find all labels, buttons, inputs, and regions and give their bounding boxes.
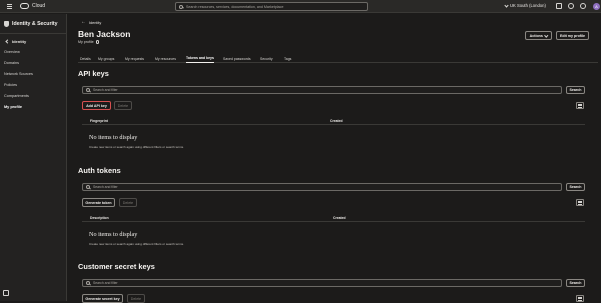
column-header-created[interactable]: Created bbox=[330, 119, 343, 123]
sidebar-item-overview[interactable]: Overview bbox=[4, 47, 66, 56]
api-keys-search-input[interactable]: Search and filter bbox=[82, 86, 562, 94]
tab-details[interactable]: Details bbox=[80, 54, 91, 63]
brand-label: Cloud bbox=[32, 3, 46, 9]
breadcrumb-label: Identity bbox=[89, 20, 102, 25]
secret-keys-search-input[interactable]: Search and filter bbox=[82, 279, 562, 287]
column-header-created[interactable]: Created bbox=[333, 216, 346, 220]
tab-my-groups[interactable]: My groups bbox=[98, 54, 114, 63]
generate-token-button[interactable]: Generate token bbox=[82, 198, 115, 207]
global-search-input[interactable]: Search resources, services, documentatio… bbox=[175, 2, 368, 11]
page-title: Ben Jackson bbox=[78, 29, 131, 39]
region-label: UK South (London) bbox=[510, 3, 546, 8]
help-icon[interactable] bbox=[580, 3, 586, 9]
avatar[interactable]: A bbox=[593, 3, 600, 10]
columns-icon[interactable] bbox=[576, 102, 584, 109]
search-icon bbox=[86, 185, 90, 189]
page-subtitle-label: My profile bbox=[78, 40, 94, 44]
api-keys-search-button[interactable]: Search bbox=[566, 86, 585, 94]
sidebar: Identity & Security Identity Overview Do… bbox=[0, 14, 67, 301]
tab-my-requests[interactable]: My requests bbox=[125, 54, 144, 63]
secret-keys-search-button[interactable]: Search bbox=[566, 279, 585, 287]
sidebar-item-domains[interactable]: Domains bbox=[4, 58, 66, 67]
api-keys-empty-message: Create new items or search again using d… bbox=[89, 145, 184, 149]
chevron-down-icon bbox=[544, 33, 548, 37]
top-bar: Cloud Search resources, services, docume… bbox=[0, 0, 601, 13]
tab-tags[interactable]: Tags bbox=[284, 54, 291, 63]
generate-secret-key-button[interactable]: Generate secret key bbox=[82, 294, 123, 303]
tab-saved-passwords[interactable]: Saved passwords bbox=[223, 54, 251, 63]
chevron-down-icon bbox=[504, 2, 509, 8]
secret-keys-heading: Customer secret keys bbox=[78, 262, 155, 271]
sidebar-back-label: Identity bbox=[12, 39, 27, 44]
auth-tokens-table-header: Description Created bbox=[82, 215, 585, 222]
add-api-key-button[interactable]: Add API key bbox=[82, 101, 111, 110]
menu-icon[interactable] bbox=[4, 0, 14, 13]
main-content: ← Identity Ben Jackson My profile Action… bbox=[68, 14, 601, 303]
sidebar-item-network-sources[interactable]: Network Sources bbox=[4, 69, 66, 78]
info-icon[interactable] bbox=[95, 40, 100, 44]
cloud-logo[interactable]: Cloud bbox=[20, 3, 45, 9]
sidebar-title: Identity & Security bbox=[4, 21, 58, 27]
sidebar-back-link[interactable]: Identity bbox=[5, 39, 27, 44]
profile-tabs: Details My groups My requests My resourc… bbox=[78, 54, 598, 63]
cloud-shell-icon[interactable] bbox=[556, 3, 562, 9]
search-icon bbox=[179, 4, 183, 9]
oracle-logo-icon bbox=[20, 3, 29, 9]
global-search-placeholder: Search resources, services, documentatio… bbox=[186, 4, 284, 9]
auth-tokens-search-button[interactable]: Search bbox=[566, 183, 585, 191]
api-keys-delete-button[interactable]: Delete bbox=[114, 101, 132, 110]
search-icon bbox=[86, 88, 90, 92]
arrow-left-icon: ← bbox=[81, 19, 86, 25]
sidebar-item-my-profile[interactable]: My profile bbox=[4, 102, 66, 111]
breadcrumb[interactable]: ← Identity bbox=[81, 20, 101, 25]
auth-tokens-empty-title: No items to display bbox=[89, 231, 138, 238]
auth-tokens-search-placeholder: Search and filter bbox=[93, 185, 118, 189]
auth-tokens-delete-button[interactable]: Delete bbox=[119, 198, 137, 207]
tab-security[interactable]: Security bbox=[260, 54, 273, 63]
api-keys-search-placeholder: Search and filter bbox=[93, 88, 118, 92]
notifications-icon[interactable] bbox=[568, 3, 574, 9]
sidebar-item-policies[interactable]: Policies bbox=[4, 80, 66, 89]
actions-button[interactable]: Actions bbox=[525, 31, 552, 40]
auth-tokens-empty-message: Create new items or search again using d… bbox=[89, 242, 184, 246]
edit-profile-button[interactable]: Edit my profile bbox=[556, 31, 589, 40]
secret-keys-delete-button[interactable]: Delete bbox=[127, 294, 145, 303]
tab-my-resources[interactable]: My resources bbox=[155, 54, 176, 63]
column-header-fingerprint[interactable]: Fingerprint bbox=[90, 119, 108, 123]
column-header-description[interactable]: Description bbox=[90, 216, 109, 220]
sidebar-title-label: Identity & Security bbox=[12, 21, 58, 27]
columns-icon[interactable] bbox=[576, 199, 584, 206]
auth-tokens-heading: Auth tokens bbox=[78, 166, 121, 175]
api-keys-heading: API keys bbox=[78, 69, 109, 78]
api-keys-empty-title: No items to display bbox=[89, 134, 138, 141]
page-subtitle: My profile bbox=[78, 40, 100, 44]
search-icon bbox=[86, 281, 90, 285]
tab-tokens-and-keys[interactable]: Tokens and keys bbox=[186, 54, 214, 63]
keyboard-shortcuts-icon[interactable] bbox=[3, 290, 9, 296]
shield-icon bbox=[4, 21, 9, 27]
api-keys-table-header: Fingerprint Created bbox=[82, 118, 585, 125]
auth-tokens-search-input[interactable]: Search and filter bbox=[82, 183, 562, 191]
divider bbox=[0, 33, 67, 34]
secret-keys-search-placeholder: Search and filter bbox=[93, 281, 118, 285]
region-selector[interactable]: UK South (London) bbox=[504, 2, 546, 8]
chevron-left-icon bbox=[5, 39, 10, 44]
actions-label: Actions bbox=[529, 33, 543, 38]
sidebar-item-compartments[interactable]: Compartments bbox=[4, 91, 66, 100]
